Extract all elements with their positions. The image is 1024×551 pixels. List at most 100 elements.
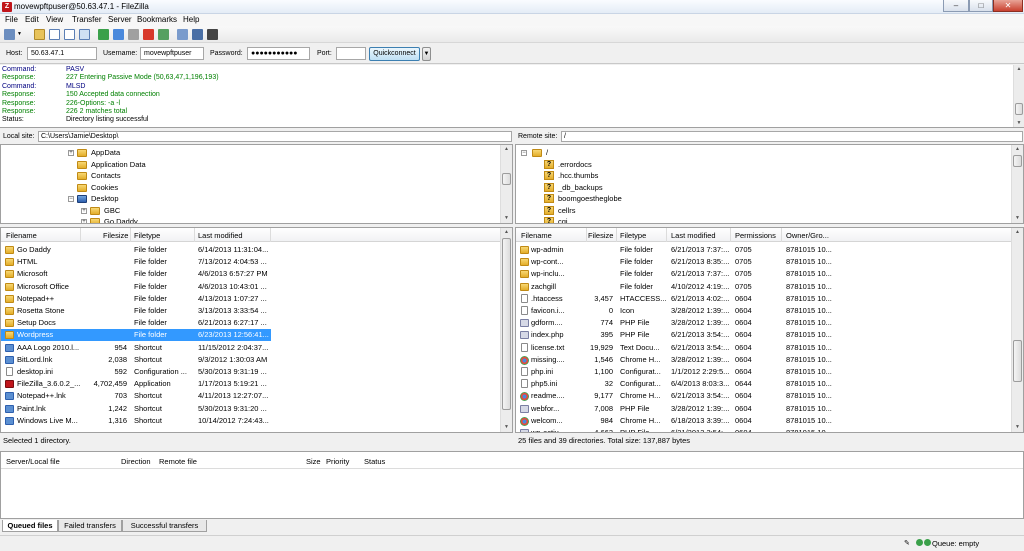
log-scrollbar[interactable]: ▲ ▼ xyxy=(1013,65,1024,127)
password-input[interactable]: ●●●●●●●●●●● xyxy=(247,47,310,60)
file-row[interactable]: Notepad++.lnk 703 Shortcut 4/11/2013 12:27:… xyxy=(1,390,512,402)
col-filesize[interactable]: Filesize xyxy=(588,231,613,240)
menu-bookmarks[interactable]: Bookmarks xyxy=(137,15,177,24)
tree-node[interactable]: Cookies xyxy=(1,182,491,193)
toggle-remote-tree-icon[interactable] xyxy=(64,29,75,40)
tab-successful-transfers[interactable]: Successful transfers xyxy=(122,520,207,532)
file-row[interactable]: webfor... 7,008 PHP File 3/28/2012 1:39:...… xyxy=(516,403,1023,415)
col-last-modified[interactable]: Last modified xyxy=(198,231,243,240)
file-row[interactable]: Rosetta Stone File folder 3/13/2013 3:33:5… xyxy=(1,305,512,317)
file-row[interactable]: Windows Live M... 1,316 Shortcut 10/14/2012… xyxy=(1,415,512,427)
local-tree-scrollbar[interactable]: ▲ ▼ xyxy=(500,145,512,223)
tree-node[interactable]: Application Data xyxy=(1,159,491,170)
file-row[interactable]: AAA Logo 2010.l... 954 Shortcut 11/15/2012 … xyxy=(1,342,512,354)
local-list-scrollbar[interactable]: ▲ ▼ xyxy=(500,228,512,432)
tree-node[interactable]: − / xyxy=(516,147,1006,158)
chevron-down-icon[interactable]: ▼ xyxy=(17,29,23,40)
tree-node[interactable]: ? cgi xyxy=(516,216,1006,223)
menu-file[interactable]: File xyxy=(5,15,18,24)
menu-view[interactable]: View xyxy=(46,15,63,24)
col-filetype[interactable]: Filetype xyxy=(134,231,160,240)
cancel-operation-icon[interactable] xyxy=(128,29,139,40)
process-queue-icon[interactable] xyxy=(113,29,124,40)
scroll-up-icon[interactable]: ▲ xyxy=(1014,65,1024,74)
tree-node[interactable]: ? .errordocs xyxy=(516,159,1006,170)
file-row[interactable]: BitLord.lnk 2,038 Shortcut 9/3/2012 1:30:03… xyxy=(1,354,512,366)
file-row[interactable]: gdform.... 774 PHP File 3/28/2012 1:39:... 0… xyxy=(516,317,1023,329)
file-row[interactable]: .htaccess 3,457 HTACCESS... 6/21/2013 4:02:… xyxy=(516,293,1023,305)
queue-col-direction[interactable]: Direction xyxy=(121,457,151,466)
port-input[interactable] xyxy=(336,47,366,60)
file-row[interactable]: Paint.lnk 1,242 Shortcut 5/30/2013 9:31:20 … xyxy=(1,403,512,415)
menu-edit[interactable]: Edit xyxy=(25,15,39,24)
site-manager-icon[interactable] xyxy=(4,29,15,40)
file-row[interactable]: Microsoft File folder 4/6/2013 6:57:27 PM xyxy=(1,268,512,280)
tree-node[interactable]: + GBC xyxy=(1,205,491,216)
scroll-up-icon[interactable]: ▲ xyxy=(501,228,512,237)
file-row[interactable]: zachgill File folder 4/10/2012 4:19:... 070… xyxy=(516,281,1023,293)
directory-filter-icon[interactable] xyxy=(177,29,188,40)
file-row[interactable]: FileZilla_3.6.0.2_... 4,702,459 Applicatio… xyxy=(1,378,512,390)
scroll-down-icon[interactable]: ▼ xyxy=(1012,214,1023,223)
file-row[interactable]: welcom... 984 Chrome H... 6/18/2013 3:39:..… xyxy=(516,415,1023,427)
quickconnect-button[interactable]: Quickconnect xyxy=(369,47,420,61)
queue-col-size[interactable]: Size xyxy=(306,457,321,466)
refresh-icon[interactable] xyxy=(98,29,109,40)
host-input[interactable]: 50.63.47.1 xyxy=(27,47,97,60)
local-list-scroll-thumb[interactable] xyxy=(502,238,511,410)
tree-node[interactable]: ? .hcc.thumbs xyxy=(516,170,1006,181)
col-last-modified[interactable]: Last modified xyxy=(671,231,716,240)
menu-help[interactable]: Help xyxy=(183,15,199,24)
file-row[interactable]: wp-cont... File folder 6/21/2013 8:35:... 0… xyxy=(516,256,1023,268)
scroll-down-icon[interactable]: ▼ xyxy=(1014,119,1024,127)
scroll-up-icon[interactable]: ▲ xyxy=(1012,145,1023,154)
queue-col-server-local[interactable]: Server/Local file xyxy=(6,457,60,466)
remote-tree-scrollbar[interactable]: ▲ ▼ xyxy=(1011,145,1023,223)
tab-failed-transfers[interactable]: Failed transfers xyxy=(58,520,122,532)
expand-toggle-icon[interactable]: − xyxy=(521,150,527,156)
file-row[interactable]: HTML File folder 7/13/2012 4:04:53 ... xyxy=(1,256,512,268)
file-row[interactable]: Notepad++ File folder 4/13/2013 1:07:27 ..… xyxy=(1,293,512,305)
sync-browsing-icon[interactable] xyxy=(192,29,203,40)
tree-node[interactable]: ? _db_backups xyxy=(516,182,1006,193)
file-row[interactable]: wp-admin File folder 6/21/2013 7:37:... 070… xyxy=(516,244,1023,256)
scroll-down-icon[interactable]: ▼ xyxy=(1012,423,1023,432)
close-button[interactable]: ✕ xyxy=(993,0,1023,12)
username-input[interactable]: movewpftpuser xyxy=(140,47,204,60)
expand-toggle-icon[interactable]: + xyxy=(81,219,87,223)
remote-path-input[interactable]: / xyxy=(561,131,1023,142)
minimize-button[interactable]: ‒ xyxy=(943,0,969,12)
tree-node[interactable]: ? boomgoestheglobe xyxy=(516,193,1006,204)
file-row[interactable]: Microsoft Office File folder 4/6/2013 10:4… xyxy=(1,281,512,293)
file-row[interactable]: favicon.i... 0 Icon 3/28/2012 1:39:... 0604 8… xyxy=(516,305,1023,317)
tree-node[interactable]: ? cellrs xyxy=(516,205,1006,216)
col-filetype[interactable]: Filetype xyxy=(620,231,646,240)
remote-list-scrollbar[interactable]: ▲ ▼ xyxy=(1011,228,1023,432)
queue-col-priority[interactable]: Priority xyxy=(326,457,349,466)
file-row[interactable]: license.txt 19,929 Text Docu... 6/21/2013 3… xyxy=(516,342,1023,354)
file-row[interactable]: Go Daddy File folder 6/14/2013 11:31:04... xyxy=(1,244,512,256)
toggle-queue-icon[interactable] xyxy=(79,29,90,40)
tree-node[interactable]: − Desktop xyxy=(1,193,491,204)
scroll-up-icon[interactable]: ▲ xyxy=(501,145,512,154)
remote-tree-scroll-thumb[interactable] xyxy=(1013,155,1022,167)
tree-node[interactable]: + AppData xyxy=(1,147,491,158)
reconnect-icon[interactable] xyxy=(158,29,169,40)
local-tree-scroll-thumb[interactable] xyxy=(502,173,511,185)
maximize-button[interactable]: □ xyxy=(969,0,993,12)
tree-node[interactable]: Contacts xyxy=(1,170,491,181)
expand-toggle-icon[interactable]: − xyxy=(68,196,74,202)
col-permissions[interactable]: Permissions xyxy=(735,231,776,240)
file-row[interactable]: index.php 395 PHP File 6/21/2013 3:54:... 06… xyxy=(516,329,1023,341)
log-scroll-thumb[interactable] xyxy=(1015,103,1023,115)
file-row[interactable]: desktop.ini 592 Configuration ... 5/30/2013… xyxy=(1,366,512,378)
tab-queued-files[interactable]: Queued files xyxy=(2,520,58,532)
file-row[interactable]: wp-inclu... File folder 6/21/2013 7:37:...… xyxy=(516,268,1023,280)
col-filename[interactable]: Filename xyxy=(6,231,37,240)
local-path-input[interactable]: C:\Users\Jamie\Desktop\ xyxy=(38,131,512,142)
binoculars-search-icon[interactable] xyxy=(207,29,218,40)
scroll-down-icon[interactable]: ▼ xyxy=(501,214,512,223)
menu-transfer[interactable]: Transfer xyxy=(72,15,102,24)
remote-list-scroll-thumb[interactable] xyxy=(1013,340,1022,382)
expand-toggle-icon[interactable]: + xyxy=(81,207,87,214)
